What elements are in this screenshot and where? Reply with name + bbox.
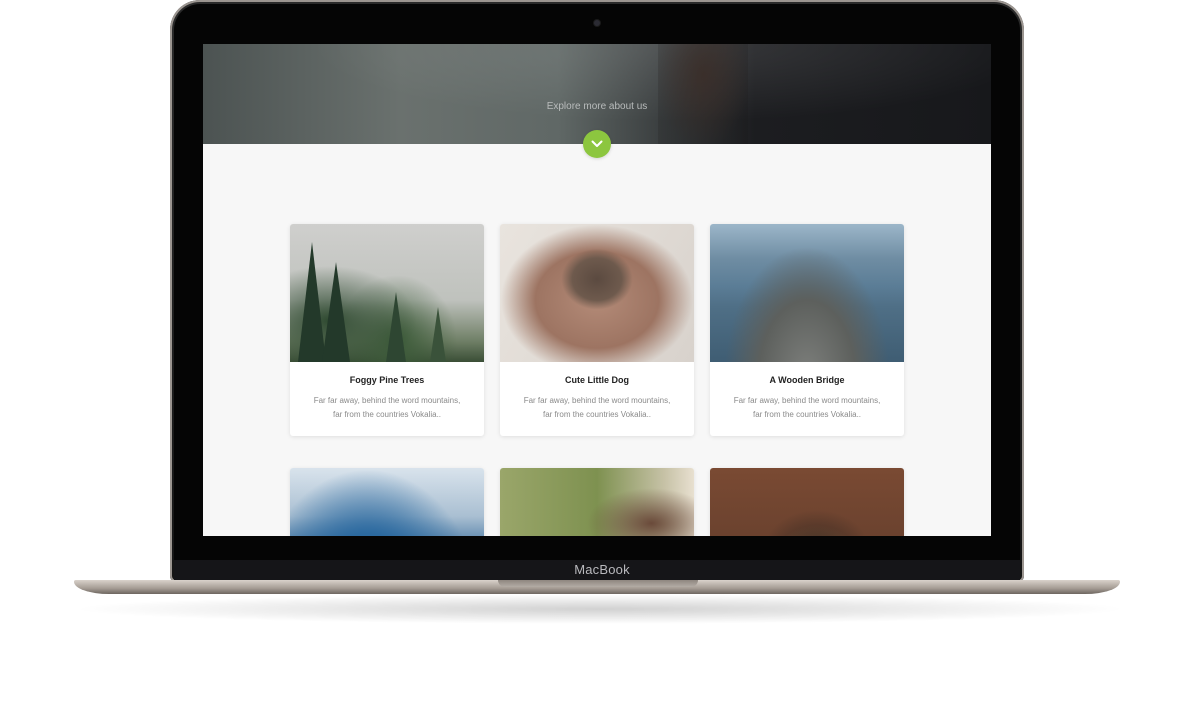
hero-text: Explore more about us: [546, 101, 648, 112]
card-grass[interactable]: [500, 468, 694, 536]
hero-banner: Explore more about us: [203, 44, 991, 144]
card-desc-line: Far far away, behind the word mountains,: [733, 396, 881, 405]
device-brand: MacBook: [574, 562, 630, 577]
card-wave[interactable]: [290, 468, 484, 536]
card-image-wave: [290, 468, 484, 536]
card-desc-line: Far far away, behind the word mountains,: [523, 396, 671, 405]
card-desc-line: far from the countries Vokalia..: [752, 410, 862, 419]
card-image-reader: [710, 468, 904, 536]
camera-icon: [594, 20, 600, 26]
card-image-forest: [290, 224, 484, 362]
scroll-down-button[interactable]: [583, 130, 611, 158]
card-desc: Far far away, behind the word mountains,…: [510, 394, 684, 422]
hero-glow: [203, 44, 991, 144]
card-title: Foggy Pine Trees: [349, 375, 425, 385]
laptop-shadow: [70, 594, 1130, 624]
card-image-bridge: [710, 224, 904, 362]
card-image-grass: [500, 468, 694, 536]
card-desc-line: far from the countries Vokalia..: [332, 410, 442, 419]
laptop-notch: [498, 580, 698, 587]
card-title: A Wooden Bridge: [769, 375, 845, 385]
card-title: Cute Little Dog: [565, 375, 629, 385]
screen: Explore more about us Foggy Pine Trees F…: [203, 44, 991, 536]
card-body: A Wooden Bridge Far far away, behind the…: [710, 362, 904, 436]
hero-figure: [658, 44, 748, 144]
chevron-down-icon: [591, 140, 603, 147]
card-desc-line: far from the countries Vokalia..: [542, 410, 652, 419]
card-desc-line: Far far away, behind the word mountains,: [313, 396, 461, 405]
card-desc: Far far away, behind the word mountains,…: [300, 394, 474, 422]
card-body: Foggy Pine Trees Far far away, behind th…: [290, 362, 484, 436]
card-foggy-pine-trees[interactable]: Foggy Pine Trees Far far away, behind th…: [290, 224, 484, 436]
card-body: Cute Little Dog Far far away, behind the…: [500, 362, 694, 436]
card-desc: Far far away, behind the word mountains,…: [720, 394, 894, 422]
card-image-dog: [500, 224, 694, 362]
card-grid: Foggy Pine Trees Far far away, behind th…: [290, 224, 904, 536]
card-wooden-bridge[interactable]: A Wooden Bridge Far far away, behind the…: [710, 224, 904, 436]
card-cute-little-dog[interactable]: Cute Little Dog Far far away, behind the…: [500, 224, 694, 436]
card-reader[interactable]: [710, 468, 904, 536]
